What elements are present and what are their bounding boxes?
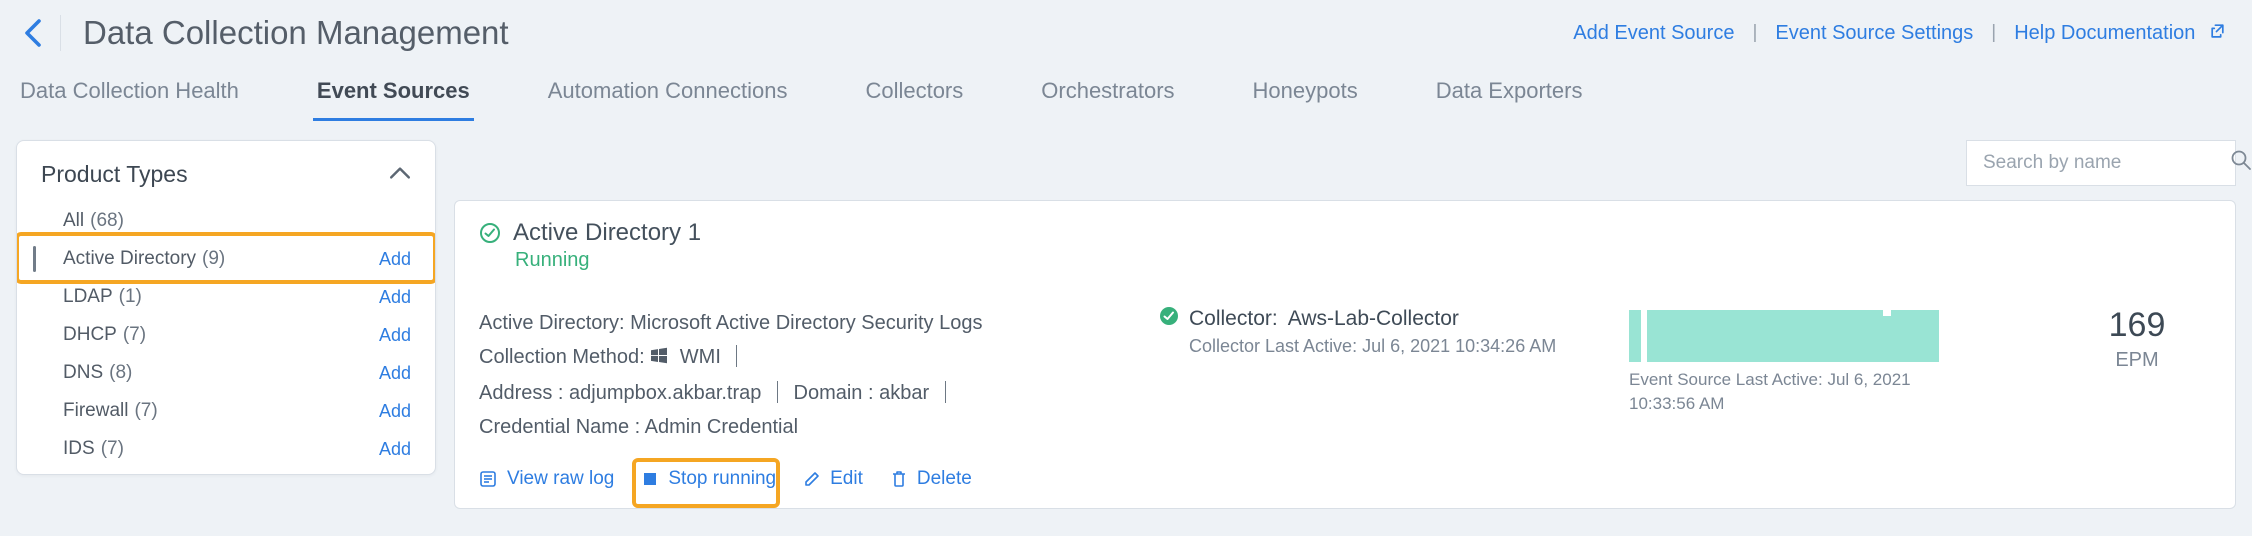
sparkline-chart (1629, 306, 1939, 362)
external-link-icon (2209, 22, 2226, 44)
card-title: Active Directory 1 (513, 219, 701, 247)
details-column: Active Directory: Microsoft Active Direc… (479, 306, 1119, 444)
event-source-settings-link[interactable]: Event Source Settings (1775, 22, 1973, 45)
log-icon (479, 470, 497, 488)
divider (945, 381, 946, 403)
sidebar-item-firewall[interactable]: Firewall (7) Add (17, 392, 435, 430)
sidebar-item-ids[interactable]: IDS (7) Add (17, 430, 435, 468)
sidebar-item-label: All (63, 210, 84, 232)
search-icon (2230, 149, 2252, 177)
collection-method-value: WMI (680, 346, 721, 368)
help-label: Help Documentation (2014, 22, 2195, 44)
divider (777, 381, 778, 403)
header-links: Add Event Source | Event Source Settings… (1573, 22, 2226, 45)
source-description: Active Directory: Microsoft Active Direc… (479, 306, 1119, 340)
domain-value: akbar (879, 382, 929, 404)
address-value: adjumpbox.akbar.trap (569, 382, 761, 404)
sidebar-item-count: (1) (119, 286, 142, 308)
sidebar-item-label: Firewall (63, 400, 128, 422)
collector-column: Collector: Aws-Lab-Collector Collector L… (1159, 306, 1589, 357)
sidebar-item-active-directory[interactable]: Active Directory (9) Add (17, 240, 435, 278)
sidebar-item-count: (9) (202, 248, 225, 270)
tab-data-exporters[interactable]: Data Exporters (1432, 78, 1587, 121)
sidebar-item-label: IDS (63, 438, 95, 460)
credential-value: Admin Credential (645, 416, 798, 438)
sidebar-item-count: (7) (101, 438, 124, 460)
page-title: Data Collection Management (83, 14, 509, 52)
sidebar-item-dhcp[interactable]: DHCP (7) Add (17, 316, 435, 354)
tab-event-sources[interactable]: Event Sources (313, 78, 474, 121)
sidebar-item-label: LDAP (63, 286, 113, 308)
domain-label: Domain : (794, 382, 874, 404)
stop-running-button[interactable]: Stop running (642, 468, 776, 490)
product-types-panel: Product Types All (68) Active Directory … (16, 140, 436, 475)
stop-icon (642, 471, 658, 487)
source-last-active-line1: Event Source Last Active: Jul 6, 2021 (1629, 368, 1959, 392)
collector-last-active: Collector Last Active: Jul 6, 2021 10:34… (1189, 336, 1589, 357)
card-actions: View raw log Stop running Edit (479, 468, 2207, 490)
sidebar-item-count: (7) (134, 400, 157, 422)
epm-label: EPM (2067, 349, 2207, 372)
sidebar-item-label: Active Directory (63, 248, 196, 270)
sidebar-item-count: (68) (90, 210, 124, 232)
edit-button[interactable]: Edit (804, 468, 863, 490)
back-button[interactable] (24, 18, 42, 48)
collapse-icon[interactable] (389, 164, 411, 186)
divider (60, 15, 61, 51)
add-link[interactable]: Add (379, 439, 411, 460)
add-link[interactable]: Add (379, 401, 411, 422)
sidebar-item-count: (8) (109, 362, 132, 384)
help-documentation-link[interactable]: Help Documentation (2014, 22, 2226, 45)
divider: | (1752, 22, 1757, 44)
credential-label: Credential Name : (479, 416, 640, 438)
tab-orchestrators[interactable]: Orchestrators (1037, 78, 1178, 121)
tab-collectors[interactable]: Collectors (861, 78, 967, 121)
tab-automation-connections[interactable]: Automation Connections (544, 78, 792, 121)
sidebar-item-count: (7) (123, 324, 146, 346)
tab-bar: Data Collection Health Event Sources Aut… (0, 60, 2252, 122)
sidebar-item-label: DHCP (63, 324, 117, 346)
view-raw-log-button[interactable]: View raw log (479, 468, 614, 490)
divider: | (1991, 22, 1996, 44)
sidebar-item-all[interactable]: All (68) (17, 202, 435, 240)
collector-label: Collector: (1189, 307, 1278, 331)
pencil-icon (804, 471, 820, 487)
windows-icon (650, 342, 668, 376)
add-link[interactable]: Add (379, 287, 411, 308)
add-link[interactable]: Add (379, 249, 411, 270)
collection-method-label: Collection Method: (479, 346, 645, 368)
tab-data-collection-health[interactable]: Data Collection Health (16, 78, 243, 121)
source-last-active-line2: 10:33:56 AM (1629, 392, 1959, 416)
add-link[interactable]: Add (379, 363, 411, 384)
epm-column: 169 EPM (2067, 306, 2207, 372)
status-running: Running (515, 249, 2207, 272)
action-label: Stop running (668, 468, 776, 490)
add-event-source-link[interactable]: Add Event Source (1573, 22, 1734, 45)
sidebar-item-vpn[interactable]: VPN (0) Add (17, 468, 435, 470)
epm-value: 169 (2067, 306, 2207, 345)
delete-button[interactable]: Delete (891, 468, 972, 490)
search-input[interactable] (1981, 151, 2230, 175)
collector-name: Aws-Lab-Collector (1288, 307, 1459, 331)
sidebar-item-dns[interactable]: DNS (8) Add (17, 354, 435, 392)
sidebar-title: Product Types (41, 161, 188, 188)
tab-honeypots[interactable]: Honeypots (1249, 78, 1362, 121)
address-label: Address : (479, 382, 563, 404)
sparkline-column: Event Source Last Active: Jul 6, 2021 10… (1629, 306, 1959, 416)
event-source-card: Active Directory 1 Running Active Direct… (454, 200, 2236, 509)
search-box[interactable] (1966, 140, 2236, 186)
page-header: Data Collection Management Add Event Sou… (0, 0, 2252, 60)
sidebar-item-label: DNS (63, 362, 103, 384)
sidebar-item-ldap[interactable]: LDAP (1) Add (17, 278, 435, 316)
action-label: Delete (917, 468, 972, 490)
action-label: View raw log (507, 468, 614, 490)
main-panel: Active Directory 1 Running Active Direct… (454, 140, 2236, 509)
check-circle-icon (1159, 306, 1179, 332)
status-ok-icon (479, 222, 501, 244)
trash-icon (891, 470, 907, 488)
divider (736, 345, 737, 367)
product-type-list: All (68) Active Directory (9) Add LDAP (… (17, 202, 435, 470)
add-link[interactable]: Add (379, 325, 411, 346)
action-label: Edit (830, 468, 863, 490)
